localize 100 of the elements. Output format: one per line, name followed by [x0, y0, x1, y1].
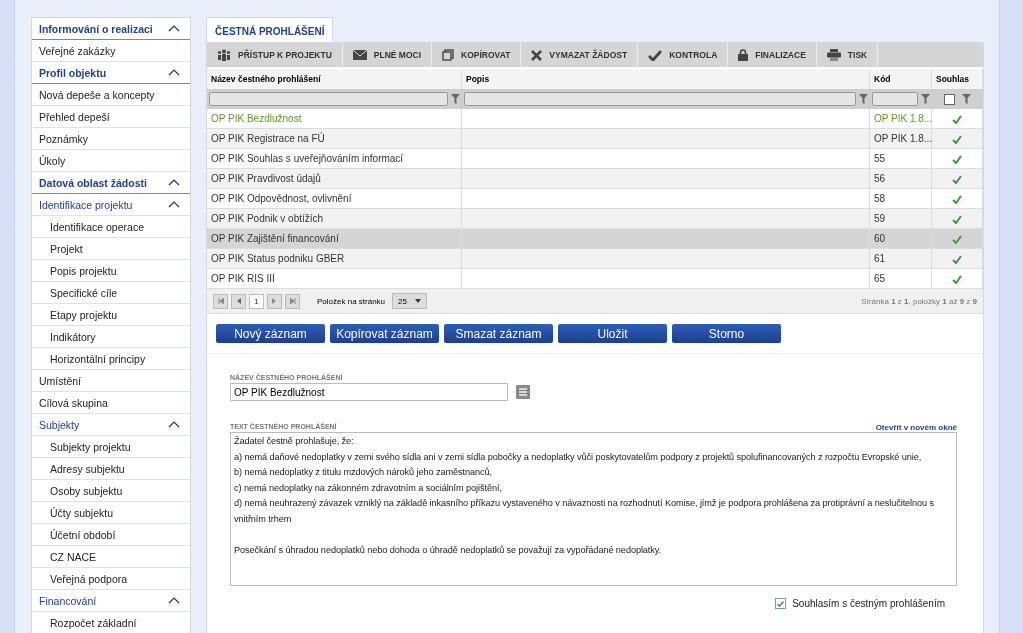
per-page-label: Položek na stránku: [317, 296, 386, 306]
sidebar-item[interactable]: Projekt: [32, 238, 190, 260]
sidebar-group-header[interactable]: Datová oblast žádosti: [32, 172, 190, 194]
sidebar-item[interactable]: Nová depeše a koncepty: [32, 84, 190, 106]
previous-icon: [236, 298, 241, 304]
open-in-new-window-link[interactable]: Otevřít v novém okně: [875, 423, 957, 432]
sidebar-item[interactable]: Popis projektu: [32, 260, 190, 282]
filter-field[interactable]: [872, 92, 918, 106]
table-cell[interactable]: 55: [870, 149, 932, 169]
toolbar-button[interactable]: FINALIZACE: [728, 43, 817, 67]
sidebar-group-header[interactable]: Subjekty: [32, 414, 190, 436]
sidebar-item[interactable]: Osoby subjektu: [32, 480, 190, 502]
chevron-up-icon[interactable]: [168, 421, 180, 428]
chevron-up-icon[interactable]: [168, 597, 180, 604]
lock-icon: [738, 49, 749, 61]
sidebar-item[interactable]: Přehled depeší: [32, 106, 190, 128]
action-button[interactable]: Smazat záznam: [444, 324, 553, 343]
table-cell[interactable]: 56: [870, 169, 932, 189]
toolbar-button[interactable]: KONTROLA: [638, 43, 729, 67]
filter-icon[interactable]: [921, 94, 930, 104]
next-icon: [272, 298, 277, 304]
previous-page-button[interactable]: [231, 293, 246, 309]
column-header[interactable]: Souhlas: [932, 69, 983, 89]
table-cell[interactable]: OP PIK 1.8...: [870, 129, 932, 149]
first-page-icon: [217, 298, 224, 304]
sidebar-item[interactable]: Účetní období: [32, 524, 190, 546]
sidebar-item[interactable]: Umístění: [32, 370, 190, 392]
action-button[interactable]: Kopírovat záznam: [330, 324, 439, 343]
column-header[interactable]: Kód: [870, 69, 932, 89]
table-cell[interactable]: 60: [870, 229, 932, 249]
column-header[interactable]: Popis: [462, 69, 870, 89]
action-button[interactable]: Nový záznam: [216, 324, 325, 343]
table-cell[interactable]: OP PIK 1.8...: [870, 109, 932, 129]
table-cell[interactable]: OP PIK Odpovědnost, ovlivnění: [207, 189, 462, 209]
tab[interactable]: ČESTNÁ PROHLÁŠENÍ: [206, 17, 334, 42]
sidebar-item[interactable]: Rozpočet základní: [32, 612, 190, 633]
sidebar-item[interactable]: Subjekty projektu: [32, 436, 190, 458]
table-cell[interactable]: OP PIK Zajištění financování: [207, 229, 462, 249]
table-cell[interactable]: OP PIK RIS III: [207, 269, 462, 289]
sidebar-item[interactable]: Poznámky: [32, 128, 190, 150]
sidebar-item[interactable]: Veřejné zakázky: [32, 40, 190, 62]
filter-icon[interactable]: [859, 94, 868, 104]
table-cell[interactable]: OP PIK Pravdivost údajů: [207, 169, 462, 189]
sidebar-item[interactable]: Cílová skupina: [32, 392, 190, 414]
checkmark-icon: [648, 49, 663, 61]
table-cell[interactable]: OP PIK Podnik v obtížích: [207, 209, 462, 229]
text-area[interactable]: Žadatel čestně prohlašuje, že: a) nemá daňové nedoplatky v zemi svého sídla ani v zemi sídla pobočky a nedoplatky vůči poskytovatelům podpory z projektů spolufinancovaných z rozpočtu Evropské unie, b) nemá nedoplatky z titulu mzdových nároků jeho zaměstnanců, c) nemá nedoplatky na zákonném zdravotním a sociálním pojištění, d) nemá neuhrazený závazek vzniklý na základě inkasního příkazu vystaveného v návaznosti na rozhodnutí Komise, jímž je podpora prohlášena za protiprávní a neslučitelnou s vnitřním trhem Posečkání s úhradou nedoplatků nebo dohoda o úhradě nedoplatků se považují za vypořádané nedoplatky.: [230, 432, 957, 586]
sidebar-item[interactable]: Identifikace operace: [32, 216, 190, 238]
last-page-icon: [289, 298, 296, 304]
chevron-up-icon[interactable]: [168, 201, 180, 208]
toolbar-button[interactable]: PŘÍSTUP K PROJEKTU: [207, 43, 343, 67]
sidebar-item[interactable]: Horizontální principy: [32, 348, 190, 370]
sidebar-item[interactable]: Účty subjektu: [32, 502, 190, 524]
toolbar-button[interactable]: TISK: [816, 43, 879, 67]
checkbox-label: Souhlasím s čestným prohlášením: [792, 598, 945, 609]
table-cell[interactable]: OP PIK Bezdlužnost: [207, 109, 462, 129]
table-cell[interactable]: OP PIK Souhlas s uveřejňováním informací: [207, 149, 462, 169]
chevron-up-icon[interactable]: [168, 25, 180, 32]
next-page-button[interactable]: [267, 293, 282, 309]
last-page-button[interactable]: [285, 293, 300, 309]
sidebar-item[interactable]: Adresy subjektu: [32, 458, 190, 480]
sidebar-item[interactable]: Indikátory: [32, 326, 190, 348]
sidebar-group-header[interactable]: Profil objektu: [32, 62, 190, 84]
first-page-button[interactable]: [213, 293, 228, 309]
checkbox[interactable]: [775, 598, 787, 609]
envelope-icon: [352, 50, 367, 60]
sidebar-group-header[interactable]: Identifikace projektu: [32, 194, 190, 216]
table-cell[interactable]: 58: [870, 189, 932, 209]
chevron-up-icon[interactable]: [168, 69, 180, 76]
table-cell[interactable]: OP PIK Registrace na FÚ: [207, 129, 462, 149]
per-page-select[interactable]: 25: [392, 293, 427, 309]
sidebar-group-header[interactable]: Financování: [32, 590, 190, 612]
people-icon: [217, 49, 231, 61]
filter-field[interactable]: [209, 92, 448, 106]
caret-icon: [414, 299, 421, 303]
pager-summary: Stránka 1 z 1, položky 1 až 9 z 9: [861, 296, 977, 306]
page-number[interactable]: 1: [249, 293, 264, 309]
list-icon[interactable]: [516, 385, 530, 399]
table-cell[interactable]: 61: [870, 249, 932, 269]
table-cell[interactable]: 65: [870, 269, 932, 289]
filter-checkbox[interactable]: [944, 93, 955, 105]
sidebar-item[interactable]: Specifické cíle: [32, 282, 190, 304]
name-field[interactable]: OP PIK Bezdlužnost: [230, 383, 508, 401]
filter-icon[interactable]: [451, 94, 460, 104]
action-button[interactable]: Storno: [672, 324, 781, 343]
filter-icon[interactable]: [962, 94, 971, 104]
filter-field[interactable]: [464, 92, 856, 106]
column-header[interactable]: Název čestného prohlášení: [207, 69, 462, 89]
toolbar-button[interactable]: PLNÉ MOCI: [342, 43, 433, 67]
toolbar-button[interactable]: KOPÍROVAT: [432, 43, 522, 67]
sidebar-item[interactable]: Veřejná podpora: [32, 568, 190, 590]
chevron-up-icon[interactable]: [168, 179, 180, 186]
sidebar-group-header[interactable]: Informování o realizaci: [32, 18, 190, 40]
table-cell[interactable]: OP PIK Status podniku GBER: [207, 249, 462, 269]
sidebar-item[interactable]: Etapy projektu: [32, 304, 190, 326]
toolbar-button[interactable]: VYMAZAT ŽÁDOST: [521, 43, 639, 67]
sidebar-item[interactable]: CZ NACE: [32, 546, 190, 568]
action-button[interactable]: Uložit: [558, 324, 667, 343]
sidebar-item[interactable]: Úkoly: [32, 150, 190, 172]
table-cell[interactable]: 59: [870, 209, 932, 229]
